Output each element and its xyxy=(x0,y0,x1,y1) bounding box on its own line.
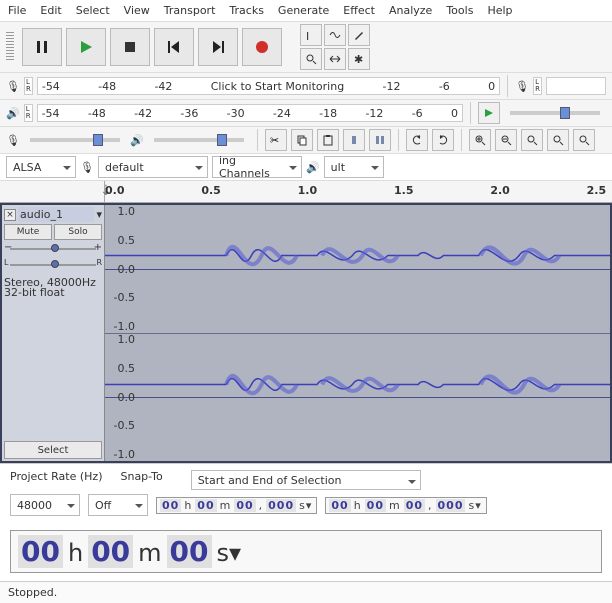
menu-tools[interactable]: Tools xyxy=(446,4,473,17)
menu-view[interactable]: View xyxy=(124,4,150,17)
track-pan-slider[interactable]: LR xyxy=(4,258,102,272)
menu-generate[interactable]: Generate xyxy=(278,4,329,17)
mic-icon-2: 🎙 xyxy=(515,80,529,93)
snap-to-label: Snap-To xyxy=(120,470,162,490)
play-speed-slider[interactable] xyxy=(510,111,600,115)
project-rate-label: Project Rate (Hz) xyxy=(10,470,102,490)
timeshift-tool-icon[interactable] xyxy=(324,48,346,70)
track-area: × audio_1 ▾ Mute Solo −+ LR Stereo, 4800… xyxy=(0,203,612,463)
rec-lr-label: LR xyxy=(24,77,33,95)
waveform-right[interactable] xyxy=(105,334,610,462)
recording-device-combo[interactable]: default xyxy=(98,156,208,178)
solo-button[interactable]: Solo xyxy=(54,224,102,240)
track-close-button[interactable]: × xyxy=(4,209,16,221)
project-rate-combo[interactable]: 48000 xyxy=(10,494,80,516)
menu-analyze[interactable]: Analyze xyxy=(389,4,432,17)
mic-icon: 🎙 xyxy=(6,80,20,93)
mixer-toolbar: 🎙 🔊 ✂ xyxy=(0,127,612,154)
selection-toolbar: Project Rate (Hz) Snap-To Start and End … xyxy=(0,463,612,522)
envelope-tool-icon[interactable] xyxy=(324,24,346,46)
multi-tool-icon[interactable]: ✱ xyxy=(348,48,370,70)
rec-mini-meter[interactable] xyxy=(546,77,606,95)
play-at-speed-button[interactable] xyxy=(478,102,500,124)
timeline-ruler[interactable]: ⇣ 0.0 0.5 1.0 1.5 2.0 2.5 xyxy=(0,181,612,203)
menubar: File Edit Select View Transport Tracks G… xyxy=(0,0,612,22)
menu-edit[interactable]: Edit xyxy=(40,4,61,17)
playback-meter[interactable]: -54-48-42-36-30-24-18-12-60 xyxy=(37,104,463,122)
fit-project-button[interactable] xyxy=(547,129,569,151)
cut-button[interactable]: ✂ xyxy=(265,129,287,151)
trim-button[interactable] xyxy=(343,129,365,151)
speaker-icon-2: 🔊 xyxy=(130,134,144,147)
mic-icon-3: 🎙 xyxy=(6,134,20,147)
stop-button[interactable] xyxy=(110,28,150,66)
play-button[interactable] xyxy=(66,28,106,66)
selection-tool-icon[interactable]: I xyxy=(300,24,322,46)
selection-start-time[interactable]: 00h00m00,000s▾ xyxy=(156,497,317,514)
svg-text:I: I xyxy=(306,30,309,41)
undo-button[interactable] xyxy=(406,129,428,151)
playback-meter-row: 🔊 LR -54-48-42-36-30-24-18-12-60 xyxy=(0,100,612,127)
menu-transport[interactable]: Transport xyxy=(164,4,216,17)
skip-end-button[interactable] xyxy=(198,28,238,66)
waveform-left[interactable] xyxy=(105,205,610,334)
skip-start-button[interactable] xyxy=(154,28,194,66)
menu-tracks[interactable]: Tracks xyxy=(229,4,264,17)
play-lr-label: LR xyxy=(533,77,542,95)
speaker-icon-3: 🔊 xyxy=(306,161,320,174)
waveform-area[interactable]: 1.00.50.0-0.5-1.0 1.00.50.0-0.5-1.0 xyxy=(105,205,610,461)
device-toolbar: ALSA 🎙 default ing Channels 🔊 ult xyxy=(0,154,612,181)
pause-button[interactable] xyxy=(22,28,62,66)
audio-host-combo[interactable]: ALSA xyxy=(6,156,76,178)
silence-button[interactable] xyxy=(369,129,391,151)
recording-meter-row: 🎙 LR -54-48-42Click to Start Monitoring-… xyxy=(0,73,612,100)
zoom-tool-icon[interactable] xyxy=(300,48,322,70)
menu-file[interactable]: File xyxy=(8,4,26,17)
selection-format-combo[interactable]: Start and End of Selection xyxy=(191,470,421,490)
track-gain-slider[interactable]: −+ xyxy=(4,242,102,256)
speaker-icon: 🔊 xyxy=(6,107,20,120)
selection-end-time[interactable]: 00h00m00,000s▾ xyxy=(325,497,486,514)
recording-volume-slider[interactable] xyxy=(30,138,120,142)
playback-volume-slider[interactable] xyxy=(154,138,244,142)
fit-selection-button[interactable] xyxy=(521,129,543,151)
menu-select[interactable]: Select xyxy=(76,4,110,17)
redo-button[interactable] xyxy=(432,129,454,151)
transport-toolbar: I ✱ xyxy=(0,22,612,73)
track-name[interactable]: audio_1 xyxy=(18,207,94,222)
track-control-panel: × audio_1 ▾ Mute Solo −+ LR Stereo, 4800… xyxy=(2,205,105,461)
track-select-button[interactable]: Select xyxy=(4,441,102,459)
zoom-in-button[interactable] xyxy=(469,129,491,151)
draw-tool-icon[interactable] xyxy=(348,24,370,46)
playback-device-combo[interactable]: ult xyxy=(324,156,384,178)
time-position-display[interactable]: 00h00m00s▾ xyxy=(10,530,602,573)
recording-channels-combo[interactable]: ing Channels xyxy=(212,156,302,178)
mic-icon-4: 🎙 xyxy=(80,161,94,174)
menu-effect[interactable]: Effect xyxy=(343,4,375,17)
snap-to-combo[interactable]: Off xyxy=(88,494,148,516)
svg-text:✂: ✂ xyxy=(270,134,279,146)
copy-button[interactable] xyxy=(291,129,313,151)
paste-button[interactable] xyxy=(317,129,339,151)
toolbar-grip[interactable] xyxy=(6,32,14,62)
zoom-out-button[interactable] xyxy=(495,129,517,151)
recording-meter[interactable]: -54-48-42Click to Start Monitoring-12-60 xyxy=(37,77,500,95)
menu-help[interactable]: Help xyxy=(487,4,512,17)
svg-text:✱: ✱ xyxy=(354,53,363,65)
zoom-toggle-button[interactable] xyxy=(573,129,595,151)
track-menu-icon[interactable]: ▾ xyxy=(96,208,102,221)
track-info: Stereo, 48000Hz32-bit float xyxy=(4,278,102,298)
record-button[interactable] xyxy=(242,28,282,66)
mute-button[interactable]: Mute xyxy=(4,224,52,240)
